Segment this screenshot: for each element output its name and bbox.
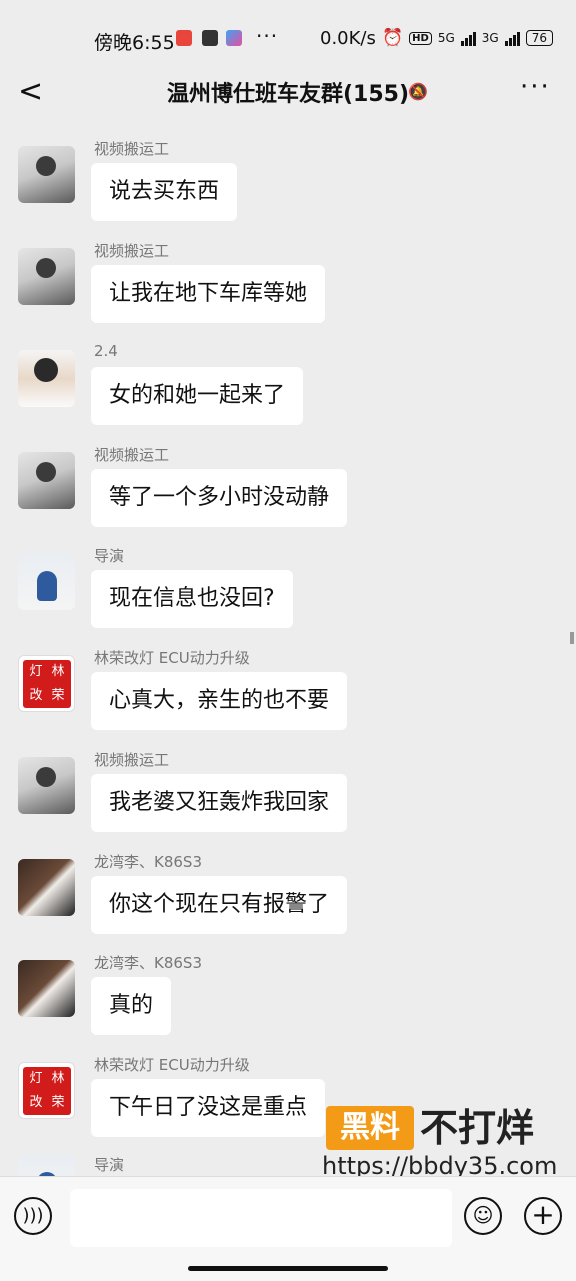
status-bar: 傍晚6:55 ··· 0.0K/s ⏰ HD 5G 3G 76 bbox=[0, 0, 576, 70]
sender-name: 视频搬运工 bbox=[94, 446, 170, 464]
message-bubble[interactable]: 说去买东西 bbox=[91, 163, 238, 221]
battery-icon: 76 bbox=[525, 30, 553, 46]
plus-icon: + bbox=[531, 1198, 555, 1231]
signal-5g-label: 5G bbox=[437, 31, 455, 45]
chat-header: < 温州博仕班车友群(155) 🔕 ··· bbox=[0, 70, 576, 126]
sender-name: 视频搬运工 bbox=[94, 751, 170, 769]
signal-3g-label: 3G bbox=[481, 31, 499, 45]
chat-title: 温州博仕班车友群(155) bbox=[166, 82, 410, 107]
seal-char: 荣 bbox=[51, 1095, 65, 1110]
emoji-button[interactable]: ☺ bbox=[464, 1197, 502, 1235]
seal-char: 改 bbox=[29, 688, 43, 703]
avatar-linrong[interactable]: 灯 林 改 荣 bbox=[18, 1062, 75, 1119]
notification-icon bbox=[176, 30, 192, 46]
video-app-icon bbox=[226, 30, 242, 46]
message-bubble[interactable]: 现在信息也没回? bbox=[91, 570, 293, 628]
add-attachment-button[interactable]: + bbox=[524, 1197, 562, 1235]
message-input[interactable] bbox=[70, 1189, 452, 1247]
red-seal-logo: 灯 林 改 荣 bbox=[23, 660, 71, 708]
voice-input-button[interactable]: ))) bbox=[14, 1197, 52, 1235]
sender-name: 2.4 bbox=[94, 342, 118, 360]
chat-input-bar: ))) ☺ + bbox=[0, 1176, 576, 1281]
avatar-director[interactable] bbox=[18, 553, 75, 610]
message-bubble[interactable]: 你这个现在只有报警了 bbox=[91, 876, 348, 934]
message-bubble[interactable]: 等了一个多小时没动静 bbox=[91, 469, 348, 527]
red-seal-logo: 灯 林 改 荣 bbox=[23, 1067, 71, 1115]
seal-char: 荣 bbox=[51, 688, 65, 703]
avatar-linrong[interactable]: 灯 林 改 荣 bbox=[18, 655, 75, 712]
avatar-director[interactable] bbox=[18, 1154, 75, 1176]
app-icon bbox=[202, 30, 218, 46]
message-bubble[interactable]: 我老婆又狂轰炸我回家 bbox=[91, 774, 348, 832]
sender-name: 导演 bbox=[94, 1156, 125, 1174]
message-bubble[interactable]: 让我在地下车库等她 bbox=[91, 265, 326, 323]
message-bubble[interactable]: 真的 bbox=[91, 977, 172, 1035]
hd-badge: HD bbox=[409, 31, 432, 45]
sender-name: 林荣改灯 ECU动力升级 bbox=[94, 1056, 250, 1074]
avatar-2-4[interactable] bbox=[18, 350, 75, 407]
avatar-video-mover[interactable] bbox=[18, 452, 75, 509]
watermark-logo-box: 黑料 bbox=[326, 1106, 414, 1150]
watermark-logo-text: 不打烊 bbox=[420, 1106, 535, 1150]
sender-name: 导演 bbox=[94, 547, 125, 565]
message-bubble[interactable]: 心真大，亲生的也不要 bbox=[91, 672, 348, 730]
voice-icon: ))) bbox=[22, 1205, 44, 1226]
alarm-icon: ⏰ bbox=[382, 28, 404, 48]
sender-name: 林荣改灯 ECU动力升级 bbox=[94, 649, 250, 667]
sender-name: 视频搬运工 bbox=[94, 242, 170, 260]
home-indicator[interactable] bbox=[188, 1266, 388, 1271]
avatar-video-mover[interactable] bbox=[18, 757, 75, 814]
avatar-video-mover[interactable] bbox=[18, 146, 75, 203]
mute-bell-icon: 🔕 bbox=[408, 82, 428, 101]
seal-char: 林 bbox=[51, 1071, 65, 1086]
sender-name: 龙湾李、K86S3 bbox=[94, 954, 202, 972]
avatar-video-mover[interactable] bbox=[18, 248, 75, 305]
avatar-longwan[interactable] bbox=[18, 960, 75, 1017]
signal-bars-icon bbox=[460, 30, 476, 46]
seal-char: 灯 bbox=[29, 664, 43, 679]
sender-name: 视频搬运工 bbox=[94, 140, 170, 158]
smile-icon: ☺ bbox=[472, 1203, 494, 1227]
status-time: 傍晚6:55 bbox=[94, 32, 175, 54]
scroll-indicator bbox=[570, 632, 574, 644]
seal-char: 林 bbox=[51, 664, 65, 679]
more-options-button[interactable]: ··· bbox=[520, 72, 551, 102]
network-speed: 0.0K/s bbox=[320, 28, 376, 49]
message-bubble[interactable]: 下午日了没这是重点 bbox=[91, 1079, 326, 1137]
sender-name: 龙湾李、K86S3 bbox=[94, 853, 202, 871]
signal-bars-icon-2 bbox=[504, 30, 520, 46]
seal-char: 灯 bbox=[29, 1071, 43, 1086]
message-bubble[interactable]: 女的和她一起来了 bbox=[91, 367, 304, 425]
seal-char: 改 bbox=[29, 1095, 43, 1110]
more-notifications-icon: ··· bbox=[256, 24, 279, 48]
avatar-longwan[interactable] bbox=[18, 859, 75, 916]
